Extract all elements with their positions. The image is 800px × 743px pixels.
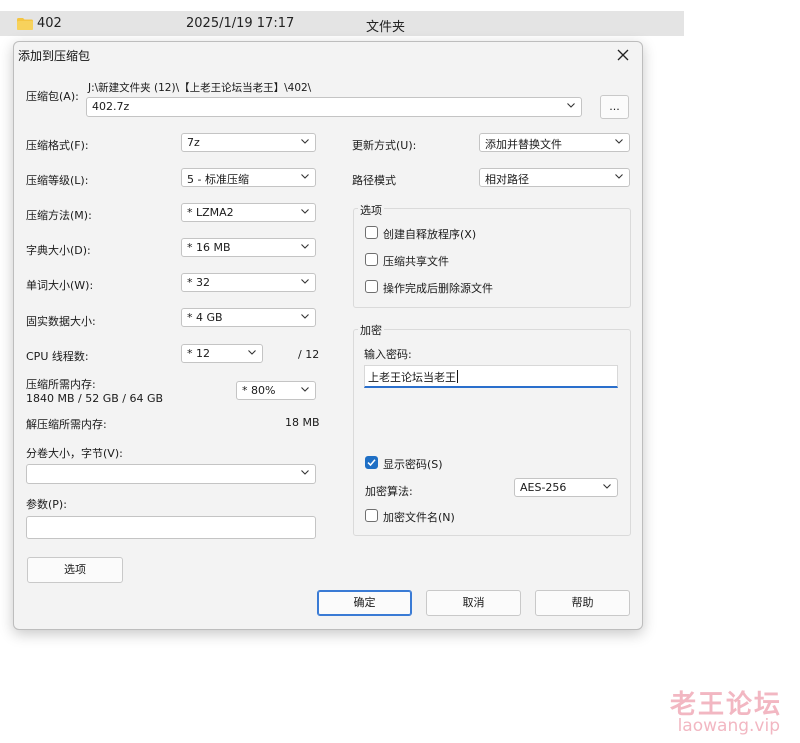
threads-max: / 12 bbox=[298, 348, 320, 361]
solid-label: 固实数据大小: bbox=[26, 315, 96, 328]
chevron-down-icon bbox=[603, 484, 611, 489]
close-button[interactable] bbox=[610, 44, 636, 66]
folder-type: 文件夹 bbox=[366, 20, 406, 35]
solid-select[interactable]: * 4 GB bbox=[181, 308, 316, 327]
chevron-down-icon bbox=[615, 139, 623, 144]
cancel-button[interactable]: 取消 bbox=[426, 590, 521, 616]
shared-label: 压缩共享文件 bbox=[383, 255, 449, 268]
archive-name-value: 402.7z bbox=[92, 100, 130, 113]
delete-label: 操作完成后删除源文件 bbox=[383, 282, 493, 295]
level-label: 压缩等级(L): bbox=[26, 174, 89, 187]
dict-select[interactable]: * 16 MB bbox=[181, 238, 316, 257]
chevron-down-icon bbox=[301, 244, 309, 249]
ok-button[interactable]: 确定 bbox=[317, 590, 412, 616]
update-value: 添加并替换文件 bbox=[485, 138, 562, 151]
word-label: 单词大小(W): bbox=[26, 279, 94, 292]
add-to-archive-dialog: 添加到压缩包 压缩包(A): J:\新建文件夹 (12)\【上老王论坛当老王】\… bbox=[13, 41, 643, 630]
update-label: 更新方式(U): bbox=[352, 139, 417, 152]
checkbox-box bbox=[365, 253, 378, 266]
word-value: * 32 bbox=[187, 276, 210, 289]
chevron-down-icon bbox=[301, 174, 309, 179]
solid-value: * 4 GB bbox=[187, 311, 223, 324]
checkbox-box bbox=[365, 280, 378, 293]
volume-label: 分卷大小，字节(V): bbox=[26, 447, 123, 460]
archive-path: J:\新建文件夹 (12)\【上老王论坛当老王】\402\ bbox=[88, 82, 312, 94]
options-group-title: 选项 bbox=[358, 202, 384, 218]
text-caret bbox=[457, 370, 458, 383]
password-value: 上老王论坛当老王 bbox=[368, 370, 458, 384]
mem-value-text: 1840 MB / 52 GB / 64 GB bbox=[26, 392, 164, 405]
enc-method-select[interactable]: AES-256 bbox=[514, 478, 618, 497]
password-input[interactable]: 上老王论坛当老王 bbox=[364, 365, 618, 388]
watermark-url: laowang.vip bbox=[677, 716, 780, 736]
chevron-down-icon bbox=[301, 314, 309, 319]
method-select[interactable]: * LZMA2 bbox=[181, 203, 316, 222]
params-label: 参数(P): bbox=[26, 498, 67, 511]
update-select[interactable]: 添加并替换文件 bbox=[479, 133, 630, 152]
help-button[interactable]: 帮助 bbox=[535, 590, 630, 616]
decomp-label: 解压缩所需内存: bbox=[26, 418, 107, 431]
chevron-down-icon bbox=[615, 174, 623, 179]
archive-label: 压缩包(A): bbox=[26, 90, 79, 103]
word-select[interactable]: * 32 bbox=[181, 273, 316, 292]
dict-value: * 16 MB bbox=[187, 241, 231, 254]
params-input[interactable] bbox=[26, 516, 316, 539]
level-select[interactable]: 5 - 标准压缩 bbox=[181, 168, 316, 187]
chevron-down-icon bbox=[248, 350, 256, 355]
checkbox-box bbox=[365, 226, 378, 239]
chevron-down-icon bbox=[301, 139, 309, 144]
title-bar: 添加到压缩包 bbox=[14, 42, 642, 68]
chevron-down-icon bbox=[567, 103, 575, 108]
method-value: * LZMA2 bbox=[187, 206, 234, 219]
chevron-down-icon bbox=[301, 387, 309, 392]
level-value: 5 - 标准压缩 bbox=[187, 173, 249, 186]
decomp-value: 18 MB bbox=[285, 416, 320, 429]
folder-icon bbox=[17, 18, 33, 30]
enc-method-value: AES-256 bbox=[520, 481, 567, 494]
checkbox-box bbox=[365, 509, 378, 522]
method-label: 压缩方法(M): bbox=[26, 209, 92, 222]
close-icon bbox=[617, 49, 629, 61]
pathmode-select[interactable]: 相对路径 bbox=[479, 168, 630, 187]
password-label: 输入密码: bbox=[364, 348, 412, 361]
pathmode-value: 相对路径 bbox=[485, 173, 529, 186]
format-select[interactable]: 7z bbox=[181, 133, 316, 152]
folder-name: 402 bbox=[37, 16, 62, 31]
dialog-title: 添加到压缩包 bbox=[18, 49, 91, 63]
explorer-folder-row[interactable]: 402 2025/1/19 17:17 文件夹 bbox=[0, 11, 684, 36]
mem-label: 压缩所需内存: bbox=[26, 378, 96, 391]
format-label: 压缩格式(F): bbox=[26, 139, 89, 152]
threads-select[interactable]: * 12 bbox=[181, 344, 263, 363]
sfx-label: 创建自释放程序(X) bbox=[383, 228, 477, 241]
show-password-label: 显示密码(S) bbox=[383, 458, 443, 471]
dict-label: 字典大小(D): bbox=[26, 244, 91, 257]
browse-button[interactable]: ... bbox=[600, 95, 629, 119]
chevron-down-icon bbox=[301, 209, 309, 214]
checkmark-icon bbox=[367, 459, 376, 467]
enc-filenames-label: 加密文件名(N) bbox=[383, 511, 455, 524]
threads-label: CPU 线程数: bbox=[26, 350, 89, 363]
options-button[interactable]: 选项 bbox=[27, 557, 123, 583]
checkbox-box-checked bbox=[365, 456, 378, 469]
format-value: 7z bbox=[187, 136, 200, 149]
pathmode-label: 路径模式 bbox=[352, 174, 396, 187]
encryption-group-title: 加密 bbox=[358, 322, 384, 338]
threads-value: * 12 bbox=[187, 347, 210, 360]
chevron-down-icon bbox=[301, 470, 309, 475]
enc-method-label: 加密算法: bbox=[365, 485, 413, 498]
chevron-down-icon bbox=[301, 279, 309, 284]
archive-name-combo[interactable]: 402.7z bbox=[86, 97, 582, 117]
folder-date: 2025/1/19 17:17 bbox=[186, 16, 295, 31]
mem-select-value: * 80% bbox=[242, 384, 276, 397]
volume-combo[interactable] bbox=[26, 464, 316, 484]
mem-select[interactable]: * 80% bbox=[236, 381, 316, 400]
